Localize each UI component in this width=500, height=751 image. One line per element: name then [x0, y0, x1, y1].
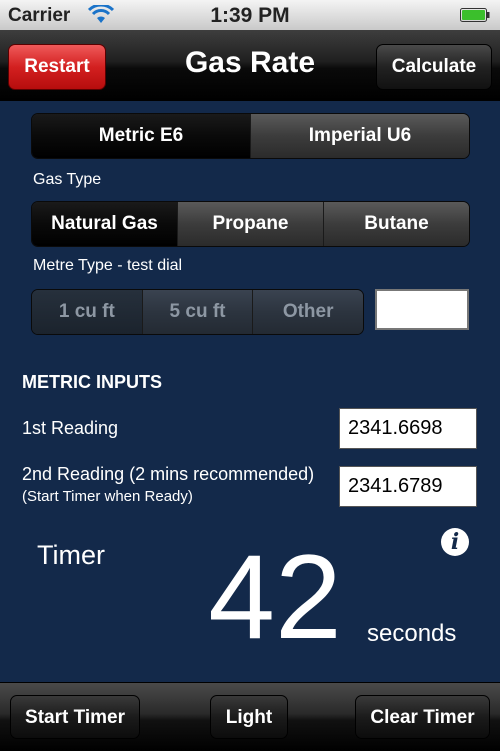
segment-natural-gas[interactable]: Natural Gas — [32, 202, 177, 246]
start-timer-button[interactable]: Start Timer — [10, 695, 140, 739]
timer-label: Timer — [37, 540, 105, 570]
segment-1-cu-ft[interactable]: 1 cu ft — [32, 290, 142, 334]
info-icon[interactable]: i — [441, 528, 469, 556]
other-metre-input[interactable] — [375, 289, 469, 330]
battery-icon — [460, 8, 490, 22]
navigation-bar: Restart Gas Rate Calculate — [0, 30, 500, 101]
segment-metric-e6[interactable]: Metric E6 — [32, 114, 250, 158]
first-reading-input[interactable]: 2341.6698 — [339, 408, 477, 449]
second-reading-sublabel: (Start Timer when Ready) — [22, 488, 193, 505]
status-bar: Carrier 1:39 PM — [0, 0, 500, 30]
gas-type-segmented-control: Natural Gas Propane Butane — [31, 201, 470, 247]
metre-type-label: Metre Type - test dial — [33, 257, 183, 274]
gas-type-label: Gas Type — [33, 171, 102, 188]
light-button[interactable]: Light — [210, 695, 288, 739]
segment-propane[interactable]: Propane — [177, 202, 323, 246]
calculate-button[interactable]: Calculate — [376, 44, 492, 90]
status-time: 1:39 PM — [210, 4, 290, 27]
metre-type-segmented-control: 1 cu ft 5 cu ft Other — [31, 289, 364, 335]
units-segmented-control: Metric E6 Imperial U6 — [31, 113, 470, 159]
timer-unit: seconds — [367, 620, 457, 647]
first-reading-label: 1st Reading — [22, 418, 119, 438]
segment-other[interactable]: Other — [252, 290, 363, 334]
metric-inputs-header: METRIC INPUTS — [22, 372, 163, 392]
second-reading-input[interactable]: 2341.6789 — [339, 466, 477, 507]
segment-butane[interactable]: Butane — [323, 202, 469, 246]
segment-5-cu-ft[interactable]: 5 cu ft — [141, 290, 253, 334]
timer-value: 42 — [208, 530, 342, 664]
second-reading-label: 2nd Reading (2 mins recommended) — [22, 464, 315, 484]
clear-timer-button[interactable]: Clear Timer — [355, 695, 490, 739]
segment-imperial-u6[interactable]: Imperial U6 — [250, 114, 469, 158]
bottom-toolbar: Start Timer Light Clear Timer — [0, 682, 500, 751]
